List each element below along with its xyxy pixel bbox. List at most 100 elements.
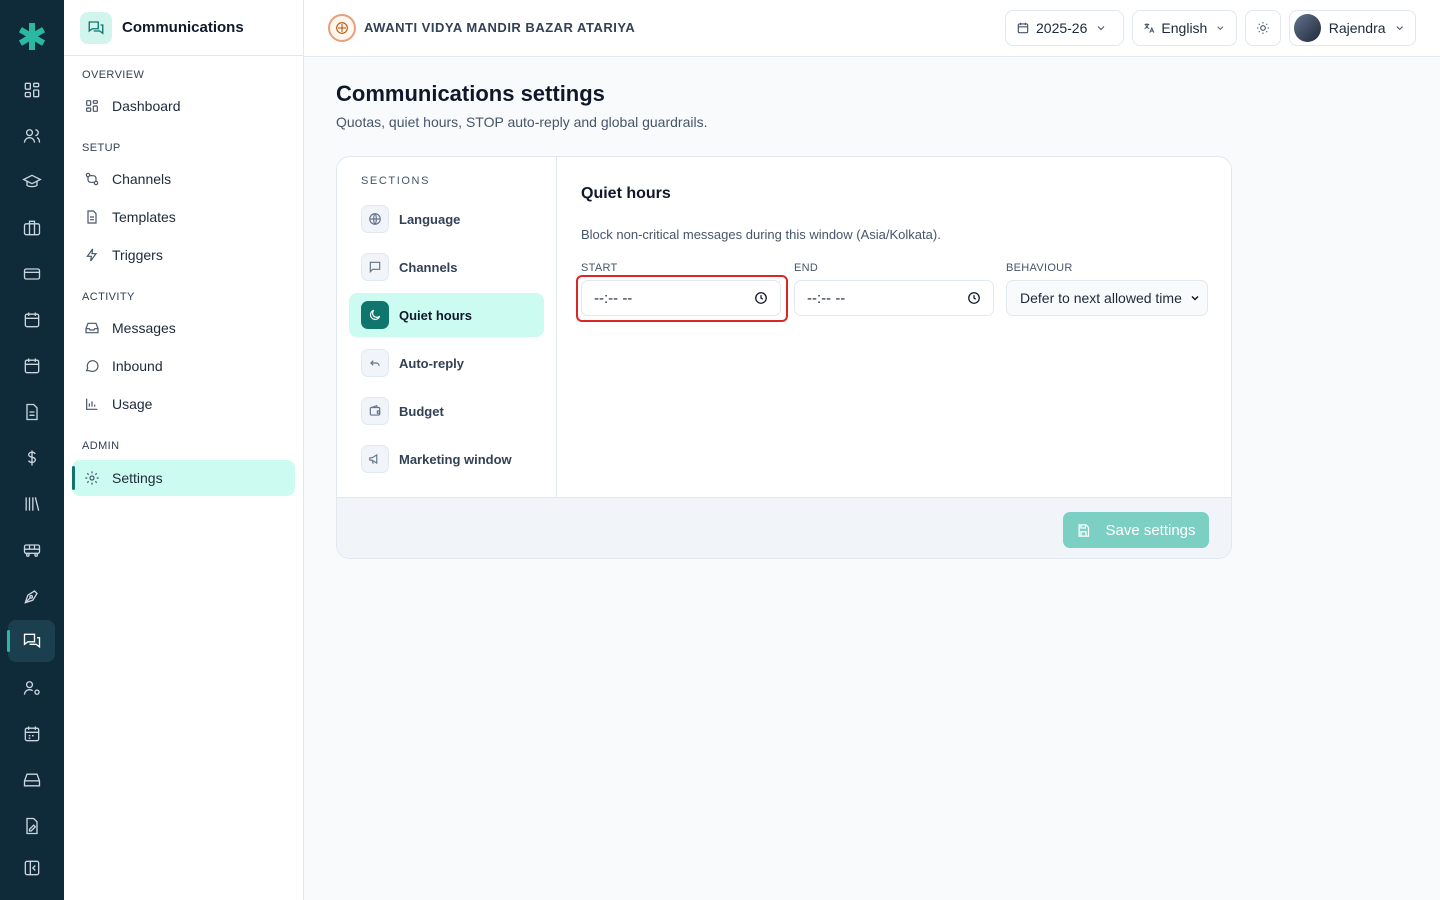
clock-icon[interactable]	[754, 291, 768, 305]
section-admin: ADMIN	[82, 440, 120, 452]
communications-icon	[80, 11, 112, 44]
section-label: Auto-reply	[399, 355, 464, 371]
section-auto-reply[interactable]: Auto-reply	[349, 341, 544, 385]
sidebar-item-dashboard[interactable]: Dashboard	[72, 88, 295, 124]
panel-title: Quiet hours	[581, 185, 671, 202]
start-label: START	[581, 262, 618, 274]
megaphone-icon	[361, 445, 389, 473]
bus-icon[interactable]	[8, 529, 55, 571]
section-label: Budget	[399, 403, 444, 419]
dashboard-icon	[86, 100, 98, 112]
sidebar-item-inbound[interactable]: Inbound	[72, 348, 295, 384]
top-bar: AWANTI VIDYA MANDIR BAZAR ATARIYA 2025-2…	[304, 0, 1440, 57]
dashboard-icon[interactable]	[8, 69, 55, 111]
bar-chart-icon	[86, 398, 98, 410]
language-select[interactable]: English	[1132, 10, 1237, 46]
section-label: Language	[399, 211, 461, 227]
schedule-icon[interactable]	[8, 713, 55, 755]
end-time-value: --:-- --	[807, 289, 846, 307]
sections-heading: SECTIONS	[361, 175, 431, 187]
sidebar-item-label: Channels	[112, 171, 172, 187]
briefcase-icon[interactable]	[8, 207, 55, 249]
sidebar-item-usage[interactable]: Usage	[72, 386, 295, 422]
chevron-down-icon	[1098, 26, 1105, 31]
app-logo-icon[interactable]	[16, 20, 48, 52]
calendar-alt-icon[interactable]	[8, 345, 55, 387]
wallet-icon	[361, 397, 389, 425]
pen-tool-icon[interactable]	[8, 575, 55, 617]
inbox-icon	[85, 322, 99, 334]
sidebar-item-label: Inbound	[112, 358, 163, 374]
message-square-icon	[361, 253, 389, 281]
app-rail	[0, 0, 64, 900]
page-subtitle: Quotas, quiet hours, STOP auto-reply and…	[336, 114, 708, 130]
end-time-input[interactable]: --:-- --	[794, 280, 994, 316]
section-budget[interactable]: Budget	[349, 389, 544, 433]
module-sidebar: Communications OVERVIEW Dashboard SETUP …	[64, 0, 304, 900]
chevron-down-icon	[1217, 26, 1224, 31]
document-icon[interactable]	[8, 391, 55, 433]
sidebar-item-channels[interactable]: Channels	[72, 161, 295, 197]
language-value: English	[1161, 20, 1208, 36]
section-channels[interactable]: Channels	[349, 245, 544, 289]
channels-icon	[85, 172, 99, 186]
section-label: Channels	[399, 259, 458, 275]
user-menu-button[interactable]: Rajendra	[1289, 10, 1416, 46]
users-icon[interactable]	[8, 115, 55, 157]
section-language[interactable]: Language	[349, 197, 544, 241]
globe-icon	[361, 205, 389, 233]
section-overview: OVERVIEW	[82, 69, 145, 81]
academic-year-select[interactable]: 2025-26	[1005, 10, 1124, 46]
section-label: Marketing window	[399, 451, 512, 467]
behaviour-select[interactable]: Defer to next allowed time	[1006, 280, 1208, 316]
section-marketing-window[interactable]: Marketing window	[349, 437, 544, 481]
behaviour-label: BEHAVIOUR	[1006, 262, 1073, 274]
user-name: Rajendra	[1328, 20, 1386, 36]
sidebar-item-messages[interactable]: Messages	[72, 310, 295, 346]
dollar-icon[interactable]	[8, 437, 55, 479]
sidebar-item-label: Settings	[112, 470, 163, 486]
sidebar-title: Communications	[122, 19, 244, 36]
sidebar-item-label: Messages	[112, 320, 176, 336]
academic-year-value: 2025-26	[1036, 20, 1088, 36]
org-logo-icon	[328, 14, 356, 42]
collapse-sidebar-icon[interactable]	[8, 847, 55, 889]
moon-icon	[361, 301, 389, 329]
avatar	[1294, 14, 1321, 42]
start-time-input[interactable]: --:-- --	[581, 280, 781, 316]
graduation-cap-icon[interactable]	[8, 161, 55, 203]
lightning-icon	[86, 248, 98, 262]
sun-icon	[1257, 22, 1269, 34]
sidebar-header: Communications	[64, 0, 303, 56]
section-quiet-hours[interactable]: Quiet hours	[349, 293, 544, 337]
calendar-icon[interactable]	[8, 299, 55, 341]
settings-card: SECTIONS Language Channels Quiet hours A…	[336, 156, 1232, 559]
sidebar-item-label: Usage	[112, 396, 153, 412]
sidebar-item-label: Dashboard	[112, 98, 181, 114]
chevron-down-icon	[1191, 295, 1199, 301]
end-label: END	[794, 262, 819, 274]
storage-icon[interactable]	[8, 759, 55, 801]
gear-icon	[85, 471, 99, 485]
template-icon	[87, 210, 97, 224]
clock-icon[interactable]	[967, 291, 981, 305]
credit-card-icon[interactable]	[8, 253, 55, 295]
section-setup: SETUP	[82, 142, 121, 154]
communications-icon[interactable]	[7, 620, 55, 662]
file-edit-icon[interactable]	[8, 805, 55, 847]
page-title: Communications settings	[336, 81, 605, 106]
user-cog-icon[interactable]	[8, 667, 55, 709]
theme-toggle-button[interactable]	[1245, 10, 1281, 46]
chat-bubble-icon	[85, 360, 99, 372]
section-label: Quiet hours	[399, 307, 472, 323]
save-icon	[1078, 523, 1090, 537]
sidebar-item-triggers[interactable]: Triggers	[72, 237, 295, 273]
sidebar-item-templates[interactable]: Templates	[72, 199, 295, 235]
sections-nav: SECTIONS Language Channels Quiet hours A…	[337, 157, 557, 497]
save-settings-button[interactable]: Save settings	[1063, 512, 1209, 548]
library-icon[interactable]	[8, 483, 55, 525]
translate-icon	[1144, 23, 1155, 33]
sidebar-item-settings[interactable]: Settings	[72, 460, 295, 496]
reply-icon	[361, 349, 389, 377]
section-activity: ACTIVITY	[82, 291, 135, 303]
